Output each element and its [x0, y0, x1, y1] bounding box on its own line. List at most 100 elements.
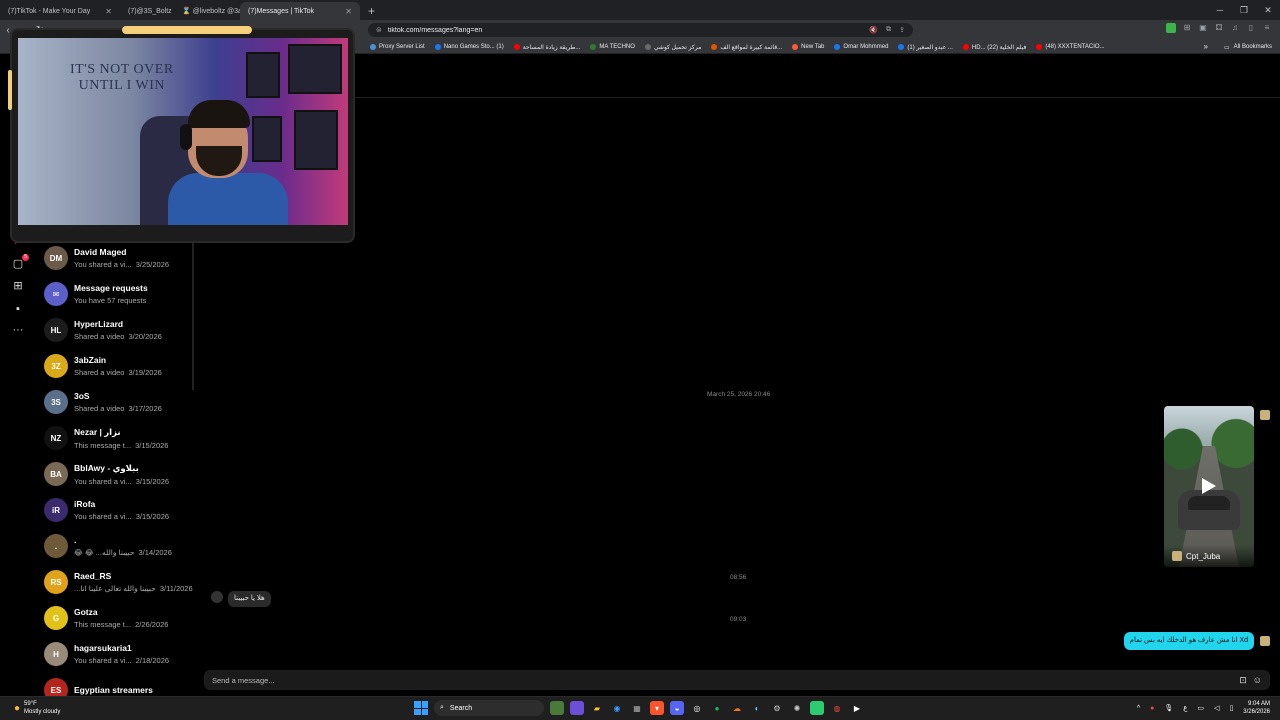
conversation-item[interactable]: BA BblAwy - ببلاوي You shared a vi... 3/15/… [36, 456, 194, 492]
media-player-icon[interactable]: ▶ [850, 701, 864, 715]
app-icon[interactable]: ✺ [790, 701, 804, 715]
bookmark-item[interactable]: مركز تحميل كوشي [644, 44, 701, 51]
file-explorer-icon[interactable]: ▰ [590, 701, 604, 715]
conversation-name: Egyptian streamers [74, 685, 153, 695]
share-icon[interactable]: ⇪ [899, 26, 905, 34]
tray-app-icon[interactable]: ● [1150, 705, 1154, 712]
conversation-item[interactable]: .. 😂 😂 ...حبيبنا والله 3/14/2026 [36, 528, 194, 564]
close-window-icon[interactable]: ✕ [1256, 5, 1280, 16]
bookmark-item[interactable]: Omar Mohmmed [834, 44, 888, 50]
conversation-item[interactable]: HL HyperLizard Shared a video 3/20/2026 [36, 312, 194, 348]
copilot-icon[interactable] [570, 701, 584, 715]
bookmark-item[interactable]: (48) XXXTENTACIO... [1036, 44, 1105, 50]
url-input[interactable] [387, 26, 862, 34]
avatar: G [44, 606, 68, 630]
upload-icon[interactable]: ⊞ [11, 279, 25, 293]
settings-icon[interactable]: ⚙ [770, 701, 784, 715]
obs-icon[interactable]: ◎ [690, 701, 704, 715]
edge-icon[interactable]: ◉ [610, 701, 624, 715]
microphone-icon[interactable]: 🎙 [1164, 704, 1173, 712]
close-tab-icon[interactable]: ✕ [105, 7, 112, 16]
conversation-item[interactable]: G Gotza This message t... 2/26/2026 [36, 600, 194, 636]
brave-icon[interactable]: ▾ [650, 701, 664, 715]
show-hidden-icons[interactable]: ^ [1137, 705, 1140, 712]
conversation-preview: Shared a video [74, 368, 125, 377]
conversation-item[interactable]: 3S 3oS Shared a video 3/17/2026 [36, 384, 194, 420]
conversation-item[interactable]: Hhagarsukaria1 You shared a vi... 2/18/202… [36, 636, 194, 672]
store-icon[interactable]: ▦ [630, 701, 644, 715]
extension-icon[interactable] [1166, 23, 1176, 33]
menu-icon[interactable]: ≡ [1262, 23, 1272, 33]
language-indicator[interactable]: ع [1183, 704, 1187, 712]
extension-icon[interactable]: ▣ [1198, 23, 1208, 33]
start-icon[interactable] [414, 701, 428, 715]
mute-icon[interactable]: 🔇 [869, 26, 878, 34]
new-tab-icon[interactable]: + [360, 2, 383, 20]
conversation-name: 3oS [74, 391, 90, 401]
conversation-item[interactable]: iR iRofa You shared a vi... 3/15/2026 [36, 492, 194, 528]
conversation-item[interactable]: ES Egyptian streamers [36, 672, 194, 696]
conversation-item[interactable]: DM David Maged You shared a vi... 3/25/2026 [36, 240, 194, 276]
volume-icon[interactable]: ◁ [1214, 704, 1219, 712]
contact-avatar[interactable] [211, 591, 223, 603]
conversation-item[interactable]: 3Z 3abZain Shared a video 3/19/2026 [36, 348, 194, 384]
extension-icon[interactable]: ⚃ [1214, 23, 1224, 33]
discord-icon[interactable]: ◒ [670, 701, 684, 715]
app-icon[interactable]: ☁ [730, 701, 744, 715]
sender-avatar[interactable] [1260, 410, 1270, 420]
widgets-icon[interactable] [550, 701, 564, 715]
sender-avatar[interactable] [1260, 636, 1270, 646]
conversation-item[interactable]: ✉ Message requests You have 57 requests [36, 276, 194, 312]
restore-icon[interactable]: ❐ [1232, 5, 1256, 16]
extension-icon[interactable]: ⊞ [1182, 23, 1192, 33]
inbox-icon[interactable]: ▢ 5 [11, 254, 29, 271]
clock[interactable]: 9:04 AM 3/26/2026 [1243, 700, 1270, 716]
weather-widget[interactable]: ● 59°F Mostly cloudy [14, 700, 60, 716]
browser-tab-1[interactable]: (7)TikTok - Make Your Day ✕ [0, 2, 120, 20]
bookmark-item[interactable]: HD... فيلم الخلية (22) [962, 44, 1026, 51]
more-bookmarks-icon[interactable]: » [1204, 40, 1208, 54]
app-icon[interactable]: ◍ [830, 701, 844, 715]
conversation-item[interactable]: NZ Nezar | نزار This message t... 3/15/2026 [36, 420, 194, 456]
header-divider [195, 97, 1280, 98]
emoji-icon[interactable]: ☺ [1253, 675, 1262, 685]
bookmark-label: قائمة كبيرة لمواقع الف... [720, 44, 783, 51]
bookmark-item[interactable]: MA TECHNO [590, 44, 635, 50]
window-controls: ─ ❐ ✕ [1208, 0, 1280, 20]
open-in-new-icon[interactable]: ⧉ [886, 26, 891, 34]
sidebar-icon[interactable]: ▯ [1246, 23, 1256, 33]
bookmark-item[interactable]: New Tab [792, 44, 824, 50]
message-input[interactable] [212, 675, 1234, 685]
shared-video-card[interactable]: Cpt_Juba [1164, 406, 1254, 567]
app-icon[interactable] [810, 701, 824, 715]
author-avatar [1172, 551, 1182, 561]
bookmark-item[interactable]: طريقة زيادة المساحة... [513, 44, 580, 51]
bookmark-favicon-icon [962, 44, 969, 50]
gif-icon[interactable]: ⊡ [1239, 675, 1247, 686]
avatar: ES [44, 678, 68, 696]
media-icon[interactable]: ♫ [1230, 23, 1240, 33]
browser-tab-2[interactable]: (7)@3S_Boltz ㅤ ⌛ @liveboltz @3aW... ✕ [120, 2, 240, 20]
spotify-icon[interactable]: ● [710, 701, 724, 715]
all-bookmarks-button[interactable]: ▭ All Bookmarks [1224, 40, 1272, 54]
network-icon[interactable]: ▭ [1197, 704, 1204, 712]
more-icon[interactable]: ··· [11, 323, 25, 337]
steam-icon[interactable]: ◐ [750, 701, 764, 715]
address-bar[interactable]: ⊜ 🔇 ⧉ ⇪ [368, 23, 913, 37]
conversation-item[interactable]: RS Raed_RS ...حبيبنا والله تعالى علينا انا… [36, 564, 194, 600]
browser-tab-3[interactable]: (7)Messages | TikTok ✕ [240, 2, 360, 20]
bookmark-item[interactable]: Nano Games Sto... (1) [434, 44, 504, 50]
conversation-list: DM David Maged You shared a vi... 3/25/2026… [36, 240, 194, 696]
play-icon[interactable] [1202, 478, 1216, 494]
bookmark-item[interactable]: Proxy Server List [370, 44, 425, 50]
taskbar-search[interactable]: ⌕ Search [434, 700, 544, 716]
bookmark-item[interactable]: قائمة كبيرة لمواقع الف... [711, 44, 782, 51]
minimize-icon[interactable]: ─ [1208, 5, 1232, 15]
site-info-icon[interactable]: ⊜ [376, 26, 382, 34]
battery-icon[interactable]: ▯ [1229, 704, 1233, 712]
avatar: BA [44, 462, 68, 486]
close-tab-icon[interactable]: ✕ [345, 7, 352, 16]
profile-icon[interactable]: ▪ [11, 302, 25, 316]
bookmark-item[interactable]: (1) عبدو الصغير ... [898, 44, 953, 51]
avatar: ✉ [44, 282, 68, 306]
